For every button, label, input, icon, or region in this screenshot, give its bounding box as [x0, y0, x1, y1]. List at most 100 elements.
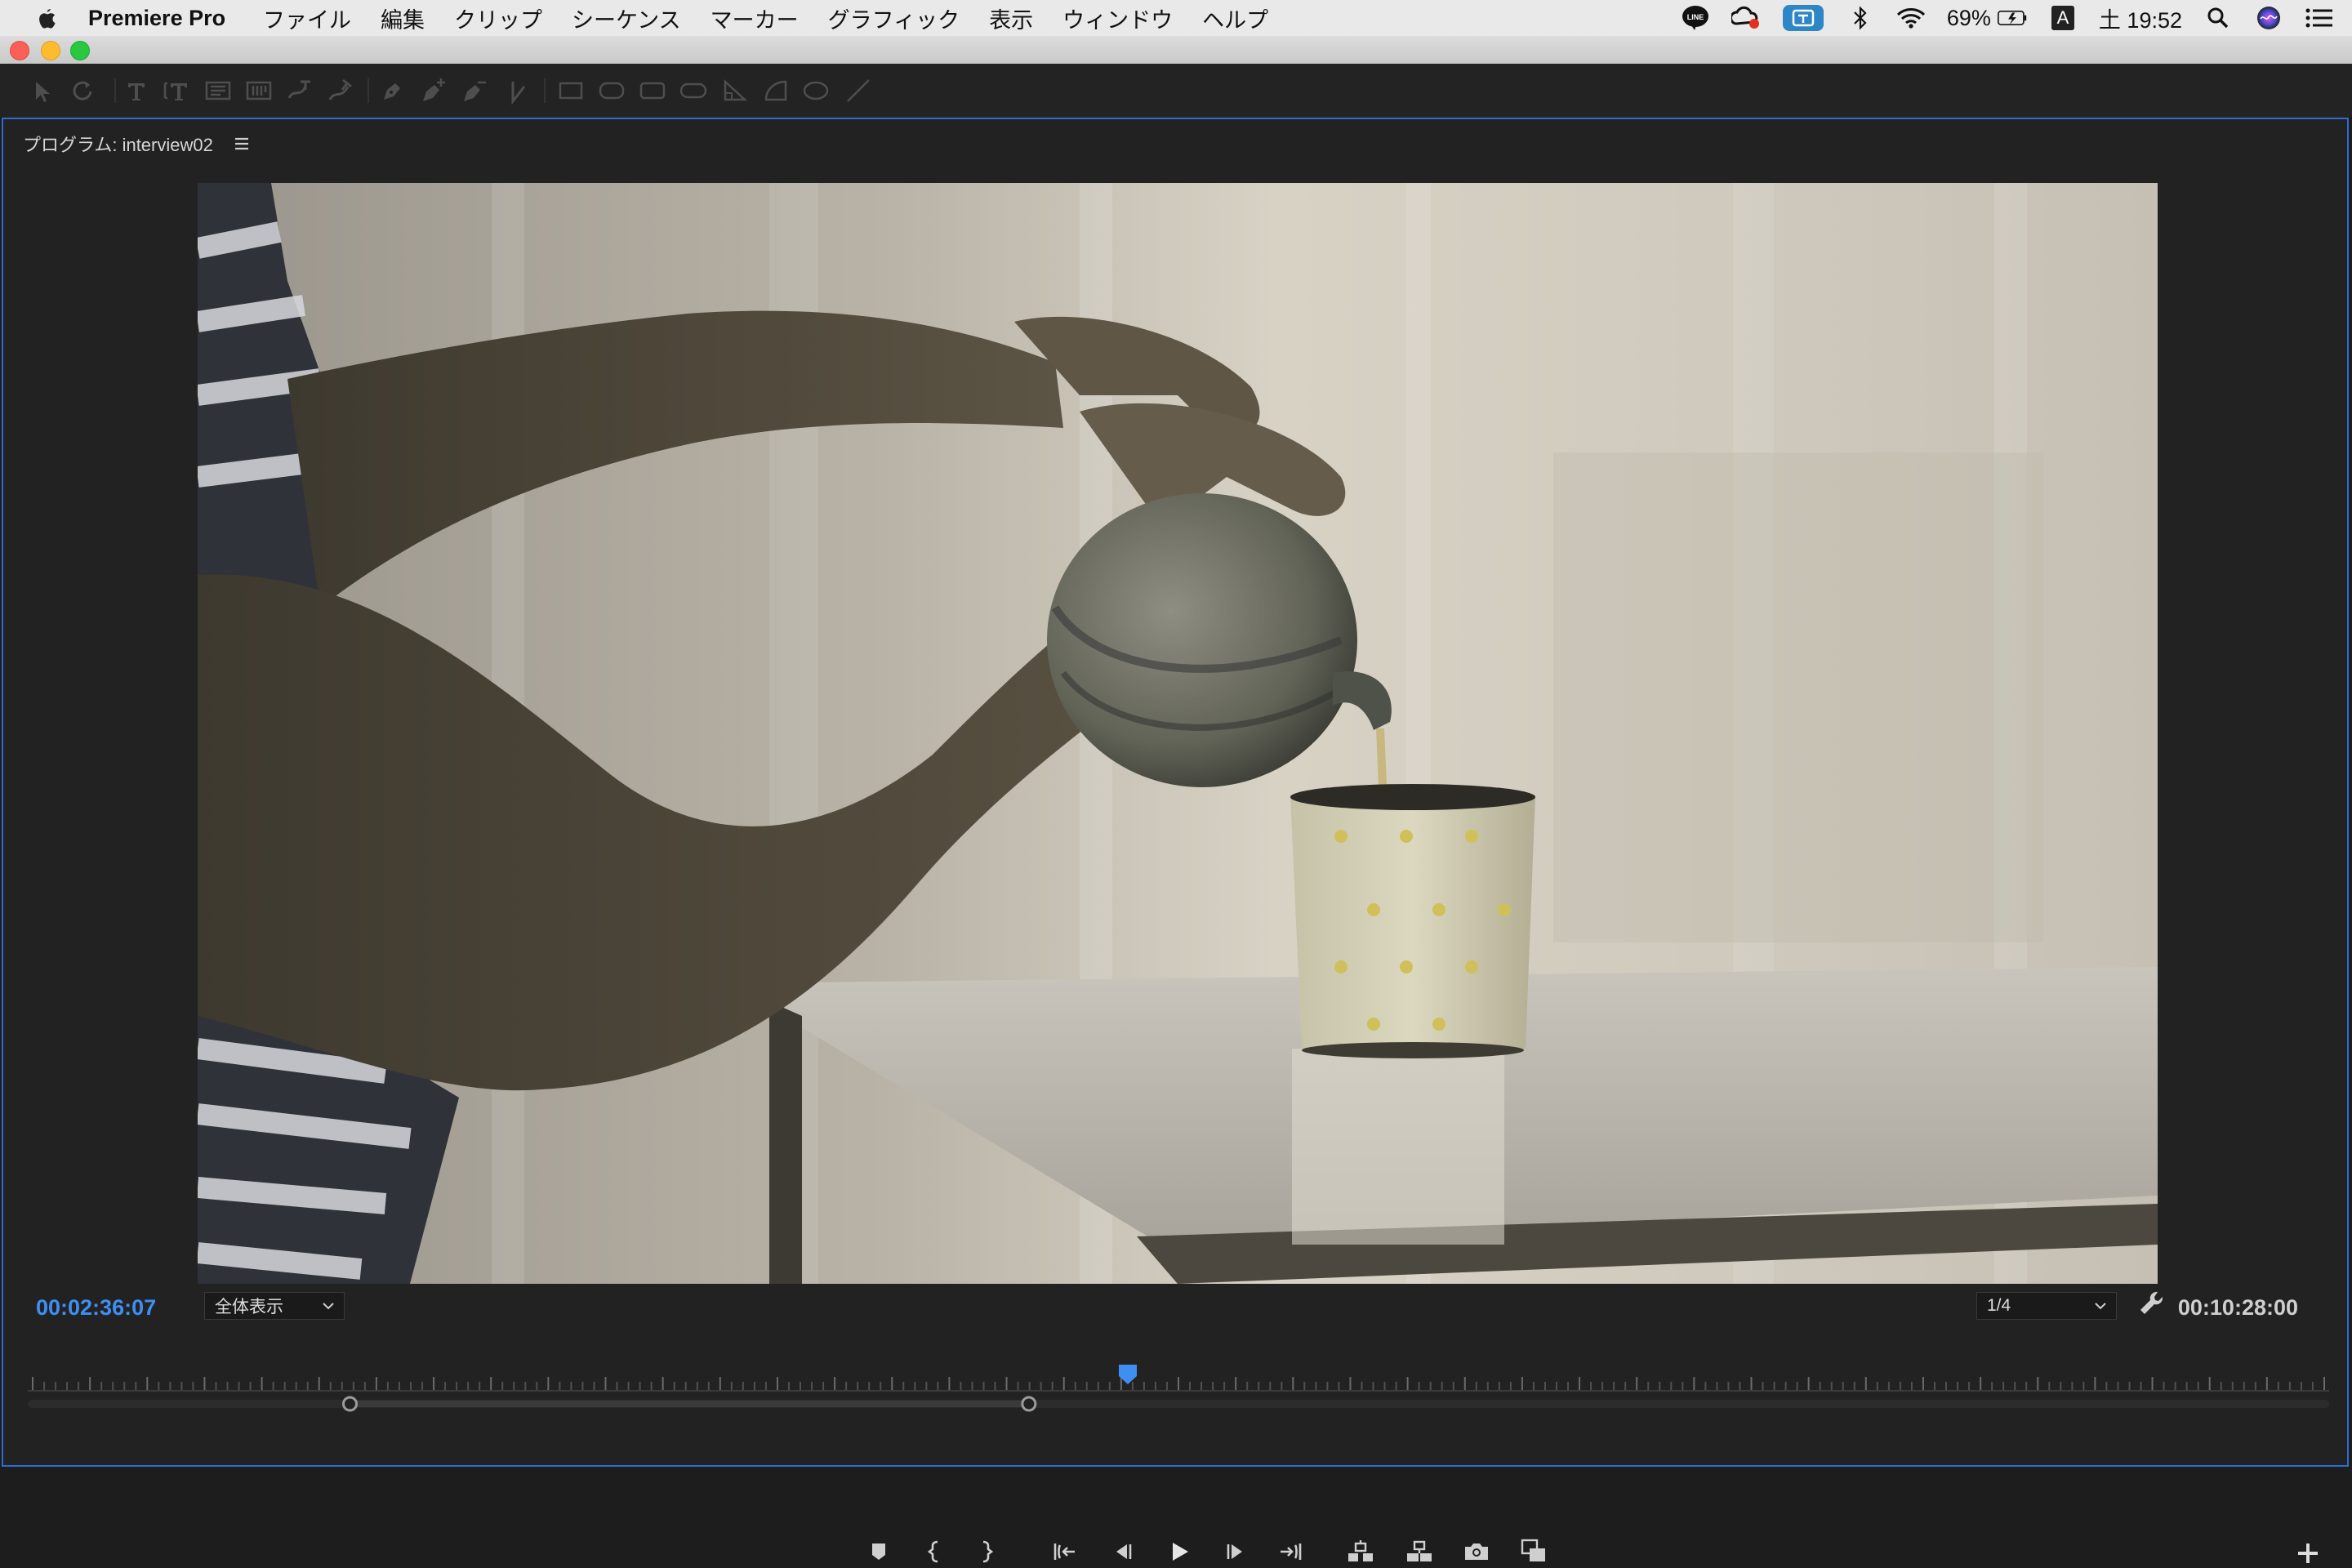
mark-in-button[interactable] [918, 1535, 951, 1568]
vertical-area-type-icon [246, 81, 272, 100]
menu-window[interactable]: ウィンドウ [1062, 2, 1173, 34]
input-source-badge[interactable]: A [2048, 5, 2078, 31]
menu-help[interactable]: ヘルプ [1202, 2, 1268, 34]
translate-app-icon[interactable] [1782, 5, 1824, 31]
menu-graphics[interactable]: グラフィック [828, 2, 960, 34]
window-title-bar [0, 36, 2352, 65]
arc-icon [764, 80, 787, 101]
toolbar-divider [368, 78, 369, 103]
playhead-marker[interactable] [1118, 1364, 1138, 1384]
convert-anchor-point-tool[interactable] [500, 74, 534, 108]
line-app-icon[interactable]: LINE [1681, 5, 1710, 31]
menu-marker[interactable]: マーカー [710, 2, 799, 34]
zoom-level-dropdown[interactable]: 全体表示 [204, 1292, 345, 1320]
vertical-type-icon [163, 82, 187, 100]
export-frame-icon [1465, 1544, 1488, 1560]
rectangle-icon [559, 82, 583, 100]
step-back-icon [1116, 1544, 1132, 1559]
clipped-rectangle-tool[interactable] [676, 74, 710, 108]
menu-sequence[interactable]: シーケンス [572, 2, 681, 34]
mark-out-icon [982, 1540, 994, 1563]
arc-tool[interactable] [758, 74, 792, 108]
step-back-button[interactable] [1106, 1535, 1138, 1568]
extract-button[interactable] [1403, 1535, 1436, 1568]
menu-clip[interactable]: クリップ [454, 2, 542, 34]
compare-view-icon [1521, 1539, 1545, 1561]
selection-icon [36, 82, 50, 102]
status-area: LINE 69% A 土 19:52 [1681, 0, 2334, 36]
step-forward-button[interactable] [1220, 1535, 1253, 1568]
rotate-tool[interactable] [65, 74, 100, 108]
current-timecode[interactable]: 00:02:36:07 [36, 1295, 156, 1321]
go-to-in-icon [1054, 1544, 1075, 1560]
scroll-in-handle[interactable] [342, 1396, 359, 1412]
scroll-thumb[interactable] [350, 1401, 1029, 1407]
notification-center-icon[interactable] [2305, 5, 2334, 31]
svg-text:LINE: LINE [1687, 13, 1704, 21]
video-frame[interactable] [198, 183, 2158, 1284]
zoom-window-button[interactable] [70, 41, 90, 60]
add-anchor-icon [423, 78, 445, 101]
zoom-scroll-bar[interactable] [28, 1393, 2329, 1414]
selection-tool[interactable] [24, 74, 59, 108]
ellipse-icon [803, 81, 829, 100]
close-window-button[interactable] [10, 41, 29, 60]
pen-tool[interactable] [376, 74, 410, 108]
rounded-rect2-icon [639, 82, 666, 100]
mark-out-button[interactable] [970, 1535, 1003, 1568]
menu-file[interactable]: ファイル [263, 2, 351, 34]
apple-icon[interactable] [33, 4, 60, 32]
line-tool[interactable] [841, 74, 875, 108]
creative-cloud-icon[interactable] [1731, 5, 1761, 31]
panel-menu-icon[interactable] [233, 136, 251, 151]
add-marker-icon [872, 1544, 885, 1560]
add-button-icon[interactable] [2293, 1539, 2323, 1568]
wrench-settings-icon[interactable] [2136, 1289, 2166, 1318]
go-to-out-button[interactable] [1274, 1535, 1307, 1568]
zoom-level-value: 全体表示 [215, 1298, 283, 1316]
app-name-menu[interactable]: Premiere Pro [88, 6, 225, 31]
lift-icon [1348, 1540, 1373, 1561]
export-frame-button[interactable] [1460, 1535, 1493, 1568]
spotlight-search-icon[interactable] [2203, 5, 2233, 31]
go-to-in-button[interactable] [1049, 1535, 1081, 1568]
area-type-icon [205, 81, 231, 100]
vertical-type-tool[interactable] [158, 74, 193, 108]
path-type-tool[interactable] [283, 74, 317, 108]
wedge-tool[interactable] [717, 74, 751, 108]
siri-icon[interactable] [2254, 5, 2283, 31]
vertical-path-type-tool[interactable] [323, 74, 358, 108]
duration-timecode: 00:10:28:00 [2177, 1295, 2298, 1320]
menu-view[interactable]: 表示 [989, 2, 1033, 34]
menu-bar: Premiere Pro ファイル 編集 クリップ シーケンス マーカー グラフ… [0, 0, 2352, 36]
menubar-clock[interactable]: 土 19:52 [2099, 2, 2182, 34]
menu-edit[interactable]: 編集 [381, 2, 425, 34]
ellipse-tool[interactable] [799, 74, 833, 108]
minimize-window-button[interactable] [41, 41, 60, 60]
scroll-out-handle[interactable] [1021, 1396, 1037, 1412]
playback-resolution-dropdown[interactable]: 1/4 [1976, 1292, 2117, 1320]
vertical-area-type-tool[interactable] [242, 74, 276, 108]
toolbar-divider [114, 78, 116, 103]
mark-in-icon [927, 1540, 938, 1563]
add-marker-button[interactable] [862, 1535, 895, 1568]
delete-anchor-point-tool[interactable] [457, 74, 492, 108]
program-monitor-panel[interactable]: プログラム: interview02 00:02:36:07 全体表示 1/4 … [2, 118, 2349, 1563]
vertical-path-type-icon [328, 78, 352, 100]
battery-charging-icon[interactable] [1997, 5, 2027, 31]
type-tool[interactable] [119, 74, 154, 108]
add-anchor-point-tool[interactable] [416, 74, 451, 108]
panel-tab[interactable]: プログラム: interview02 [23, 131, 251, 157]
line-icon [847, 79, 870, 102]
area-type-tool[interactable] [201, 74, 235, 108]
rounded-rectangle-tool[interactable] [595, 74, 629, 108]
bluetooth-icon[interactable] [1846, 5, 1875, 31]
lift-button[interactable] [1344, 1535, 1377, 1568]
rounded-corner-rectangle-tool[interactable] [635, 74, 670, 108]
time-ruler[interactable] [28, 1365, 2329, 1392]
rectangle-tool[interactable] [554, 74, 588, 108]
compare-view-button[interactable] [1517, 1535, 1550, 1568]
wifi-icon[interactable] [1896, 5, 1926, 31]
rounded-rect-icon [599, 82, 625, 100]
play-button[interactable] [1163, 1535, 1196, 1568]
